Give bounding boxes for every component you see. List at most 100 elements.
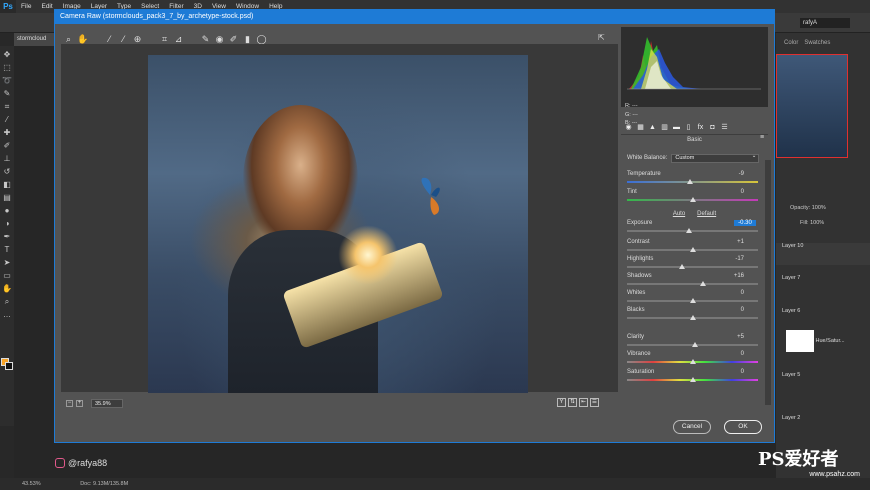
pen-icon[interactable]: ✒ [2,231,12,243]
fill-row[interactable]: Fill: 100% [800,220,824,226]
target-adjust-icon[interactable]: ⊕ [132,34,143,45]
slider-thumb[interactable] [692,342,699,347]
slider-clarity[interactable]: Clarity +5 [627,334,762,350]
slider-value[interactable]: +5 [720,334,744,340]
quick-select-icon[interactable]: ✎ [2,88,12,100]
graduated-filter-icon[interactable]: ▮ [242,34,253,45]
slider-thumb[interactable] [699,281,706,286]
slider-vibrance[interactable]: Vibrance 0 [627,351,762,367]
layer-row[interactable]: Hue/Satur... [776,330,870,352]
tab-color[interactable]: Color [784,40,798,50]
slider-track[interactable] [627,266,758,268]
presets-icon[interactable]: ☰ [720,123,729,132]
dodge-icon[interactable]: ◑ [2,218,12,230]
zoom-out-button[interactable]: − [66,399,73,407]
crop-tool-icon[interactable]: ⌗ [2,101,12,113]
red-eye-icon[interactable]: ◉ [214,34,225,45]
slider-value[interactable]: 0 [720,290,744,296]
brush-icon[interactable]: ✐ [2,140,12,152]
slider-exposure[interactable]: Exposure -0.30 [627,220,762,236]
zoom-level-select[interactable]: 35.9% [91,398,123,408]
navigator-thumbnail[interactable] [776,54,848,158]
hand-icon[interactable]: ✋ [2,283,12,295]
zoom-in-button[interactable]: + [76,399,83,407]
straighten-icon[interactable]: ⊿ [173,34,184,45]
hand-tool-icon[interactable]: ✋ [77,34,88,45]
slider-value[interactable]: 0 [720,307,744,313]
path-select-icon[interactable]: ➤ [2,257,12,269]
slider-value[interactable]: 0 [720,351,744,357]
slider-highlights[interactable]: Highlights -17 [627,256,762,272]
before-after-y-button[interactable]: Y [557,398,566,407]
tone-curve-icon[interactable]: ▦ [636,123,645,132]
panel-scrollbar[interactable] [765,160,771,405]
split-toning-icon[interactable]: ▬ [672,123,681,132]
slider-value[interactable]: +1 [720,239,744,245]
slider-thumb[interactable] [679,264,686,269]
layer-row[interactable]: Layer 10 [776,243,870,265]
slider-thumb[interactable] [689,359,696,364]
gradient-icon[interactable]: ▤ [2,192,12,204]
lasso-tool-icon[interactable]: ➰ [2,75,12,87]
slider-saturation[interactable]: Saturation 0 [627,369,762,385]
swap-before-after-icon[interactable]: ⇅ [568,398,577,407]
slider-thumb[interactable] [689,247,696,252]
slider-tint[interactable]: Tint 0 [627,189,762,205]
opacity-row[interactable]: Opacity: 100% [790,205,826,211]
eyedropper-icon[interactable]: ⁄ [2,114,12,126]
basic-panel-icon[interactable]: ◉ [624,123,633,132]
white-balance-select[interactable]: Custom [671,153,760,163]
eraser-icon[interactable]: ◧ [2,179,12,191]
slider-track[interactable] [627,283,758,285]
layer-row[interactable]: Layer 2 [776,415,870,437]
slider-whites[interactable]: Whites 0 [627,290,762,306]
slider-thumb[interactable] [689,377,696,382]
layer-row[interactable]: Layer 6 [776,308,870,330]
slider-thumb[interactable] [689,197,696,202]
slider-value[interactable]: 0 [720,189,744,195]
zoom-icon[interactable]: ⌕ [2,296,12,308]
tab-swatches[interactable]: Swatches [804,40,830,50]
preview-photo[interactable] [148,55,528,393]
menu-file[interactable]: File [16,3,36,10]
status-zoom[interactable]: 43.53% [0,481,41,487]
marquee-tool-icon[interactable]: ⬚ [2,62,12,74]
slider-track[interactable] [627,230,758,232]
effects-icon[interactable]: fx [696,123,705,132]
slider-contrast[interactable]: Contrast +1 [627,239,762,255]
color-sampler-icon[interactable]: ⁄ [118,34,129,45]
lens-icon[interactable]: ▯ [684,123,693,132]
layer-row[interactable]: Layer 7 [776,275,870,297]
slider-value[interactable]: -17 [720,256,744,262]
more-tools-icon[interactable]: … [2,309,12,321]
slider-value[interactable]: 0 [720,369,744,375]
cancel-button[interactable]: Cancel [673,420,711,434]
default-link[interactable]: Default [697,211,716,220]
slider-value[interactable]: -9 [720,171,744,177]
zoom-tool-icon[interactable]: ⌕ [63,34,74,45]
stamp-icon[interactable]: ⊥ [2,153,12,165]
preview-settings-icon[interactable]: ☰ [590,398,599,407]
open-preferences-icon[interactable]: ⇱ [598,33,610,43]
detail-icon[interactable]: ▲ [648,123,657,132]
healing-icon[interactable]: ✚ [2,127,12,139]
slider-thumb[interactable] [689,298,696,303]
slider-thumb[interactable] [686,179,693,184]
move-tool-icon[interactable]: ✥ [2,49,12,61]
color-swatches[interactable] [1,358,13,370]
white-balance-icon[interactable]: ⁄ [104,34,115,45]
copy-settings-icon[interactable]: ⇤ [579,398,588,407]
spot-removal-icon[interactable]: ✎ [200,34,211,45]
layer-row[interactable]: Layer 5 [776,372,870,394]
slider-thumb[interactable] [689,315,696,320]
type-tool-icon[interactable]: T [2,244,12,256]
blur-icon[interactable]: ● [2,205,12,217]
history-brush-icon[interactable]: ↺ [2,166,12,178]
slider-temperature[interactable]: Temperature -9 [627,171,762,187]
background-color[interactable] [5,362,13,370]
slider-thumb[interactable] [685,228,692,233]
slider-shadows[interactable]: Shadows +16 [627,273,762,289]
auto-link[interactable]: Auto [673,211,685,220]
camera-calibration-icon[interactable]: ◘ [708,123,717,132]
adjustment-brush-icon[interactable]: ✐ [228,34,239,45]
